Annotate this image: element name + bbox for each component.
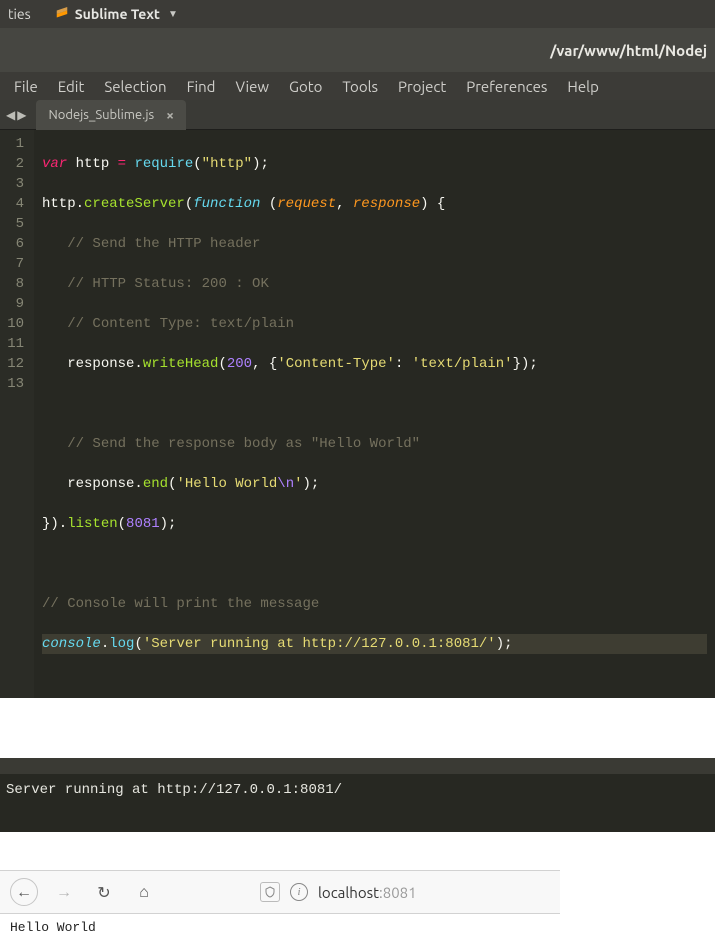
topbar-fragment: ties — [8, 6, 31, 22]
browser-home-button[interactable]: ⌂ — [130, 878, 158, 906]
menu-file[interactable]: File — [4, 74, 48, 99]
tab-nav-arrows: ◀ ▶ — [0, 108, 32, 122]
tab-close-icon[interactable]: × — [166, 107, 174, 123]
code-editor[interactable]: 12345678910111213 var http = require("ht… — [0, 130, 715, 698]
page-body-text: Hello World — [10, 920, 96, 935]
menu-goto[interactable]: Goto — [279, 74, 332, 99]
menu-bar: File Edit Selection Find View Goto Tools… — [0, 72, 715, 100]
home-icon: ⌂ — [139, 883, 149, 902]
arrow-right-icon: → — [56, 883, 72, 902]
output-separator — [0, 758, 715, 774]
menu-view[interactable]: View — [225, 74, 279, 99]
browser-back-button[interactable]: ← — [10, 878, 38, 906]
browser-forward-button[interactable]: → — [50, 878, 78, 906]
browser-reload-button[interactable]: ↻ — [90, 878, 118, 906]
address-bar[interactable]: i localhost:8081 — [260, 882, 417, 902]
line-number-gutter: 12345678910111213 — [0, 130, 34, 698]
browser-viewport: Hello World — [0, 914, 715, 941]
console-output-text: Server running at http://127.0.0.1:8081/ — [0, 774, 715, 832]
tab-row: ◀ ▶ Nodejs_Sublime.js × — [0, 100, 715, 130]
menu-edit[interactable]: Edit — [48, 74, 95, 99]
menu-project[interactable]: Project — [388, 74, 456, 99]
arrow-left-icon: ← — [16, 883, 32, 902]
code-area[interactable]: var http = require("http"); http.createS… — [34, 130, 715, 698]
build-output-panel: Server running at http://127.0.0.1:8081/ — [0, 758, 715, 832]
file-tab[interactable]: Nodejs_Sublime.js × — [36, 100, 186, 130]
reload-icon: ↻ — [97, 883, 110, 902]
url-text: localhost:8081 — [318, 884, 417, 901]
window-title-path: /var/www/html/Nodej — [550, 42, 707, 59]
menu-tools[interactable]: Tools — [332, 74, 388, 99]
menu-preferences[interactable]: Preferences — [456, 74, 557, 99]
tab-next-icon[interactable]: ▶ — [17, 108, 26, 122]
tab-prev-icon[interactable]: ◀ — [6, 108, 15, 122]
browser-toolbar: ← → ↻ ⌂ i localhost:8081 — [0, 870, 560, 914]
os-top-bar: ties Sublime Text ▼ — [0, 0, 715, 28]
menu-selection[interactable]: Selection — [94, 74, 176, 99]
app-name[interactable]: Sublime Text — [75, 6, 160, 22]
menu-find[interactable]: Find — [177, 74, 226, 99]
sublime-text-icon — [55, 7, 69, 21]
site-info-icon[interactable]: i — [290, 883, 308, 901]
tracking-shield-icon[interactable] — [260, 882, 280, 902]
gap — [0, 832, 715, 870]
menu-help[interactable]: Help — [557, 74, 608, 99]
tab-filename: Nodejs_Sublime.js — [48, 108, 154, 122]
app-menu-dropdown-icon[interactable]: ▼ — [168, 8, 178, 20]
window-title-bar: /var/www/html/Nodej — [0, 28, 715, 72]
